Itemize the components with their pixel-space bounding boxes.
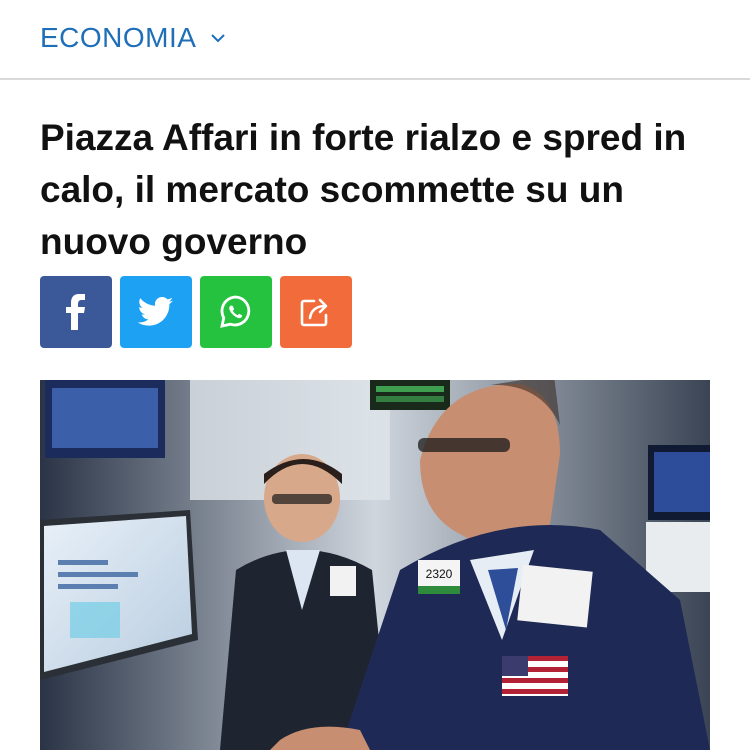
facebook-icon xyxy=(66,294,85,330)
section-label: ECONOMIA xyxy=(40,22,197,53)
whatsapp-share-button[interactable] xyxy=(200,276,272,348)
whatsapp-icon xyxy=(220,295,251,328)
chevron-down-icon xyxy=(211,34,226,43)
twitter-share-button[interactable] xyxy=(120,276,192,348)
article-photo: 2320 xyxy=(40,380,710,750)
section-dropdown[interactable]: ECONOMIA xyxy=(40,22,226,54)
twitter-icon xyxy=(138,297,173,326)
article-headline: Piazza Affari in forte rialzo e spred in… xyxy=(40,117,687,262)
generic-share-button[interactable] xyxy=(280,276,352,348)
facebook-share-button[interactable] xyxy=(40,276,112,348)
badge-number: 2320 xyxy=(426,567,453,581)
share-icon xyxy=(300,298,328,327)
share-bar xyxy=(40,276,352,348)
top-bar: ECONOMIA xyxy=(0,0,750,80)
